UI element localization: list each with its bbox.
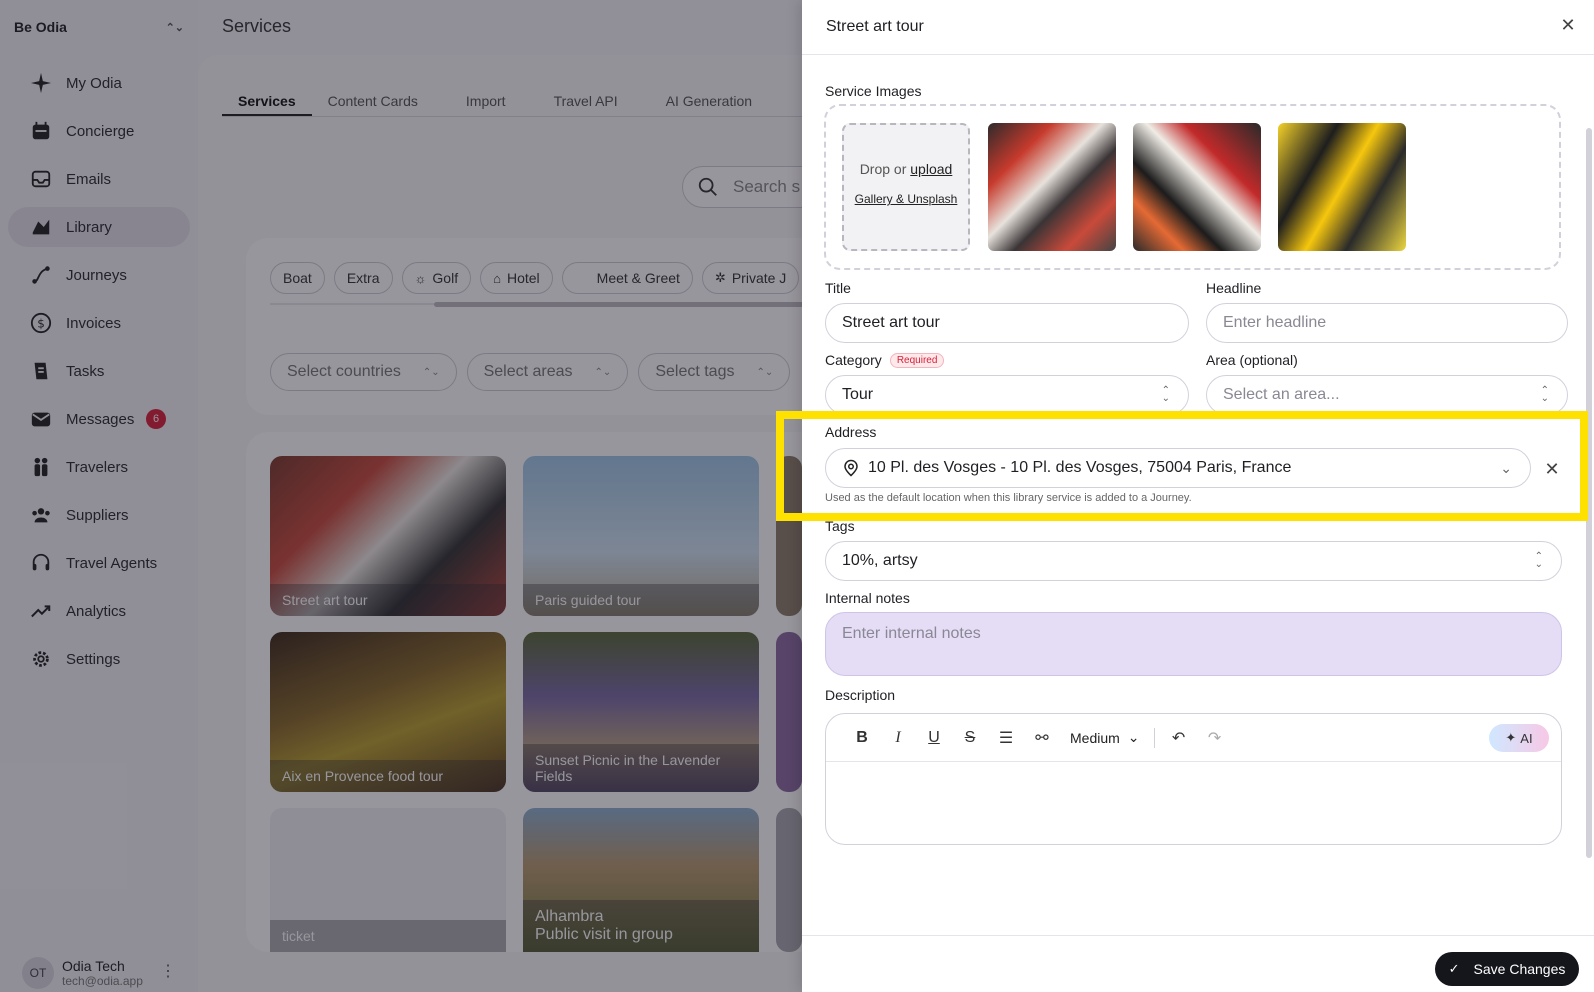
editor-toolbar: B I U S ☰ ⚯ Medium ⌄ ↶ ↷ <box>826 714 1561 762</box>
gallery-unsplash-link[interactable]: Gallery & Unsplash <box>844 191 968 207</box>
save-label: Save Changes <box>1473 961 1566 977</box>
category-value: Tour <box>842 386 874 403</box>
address-combobox[interactable]: 10 Pl. des Vosges - 10 Pl. des Vosges, 7… <box>825 448 1531 488</box>
upload-link[interactable]: upload <box>910 161 952 177</box>
tags-label: Tags <box>825 518 855 534</box>
address-value: 10 Pl. des Vosges - 10 Pl. des Vosges, 7… <box>868 459 1292 476</box>
service-images-label: Service Images <box>825 83 922 99</box>
undo-icon[interactable]: ↶ <box>1161 724 1197 752</box>
chevron-down-icon[interactable]: ⌄ <box>1500 461 1512 475</box>
internal-notes-textarea[interactable]: Enter internal notes <box>825 612 1562 676</box>
ai-assist-button[interactable]: ✦ AI <box>1489 724 1549 752</box>
chevron-updown-icon: ⌃⌄ <box>1540 385 1549 404</box>
required-badge: Required <box>889 353 945 368</box>
toolbar-divider <box>1153 727 1155 748</box>
clear-address-icon[interactable]: ✕ <box>1540 457 1564 481</box>
category-label: Category <box>825 352 882 368</box>
address-label: Address <box>825 424 877 440</box>
headline-input[interactable]: Enter headline <box>1206 303 1568 343</box>
italic-icon[interactable]: I <box>880 724 916 752</box>
title-label: Title <box>825 280 851 296</box>
sparkle-icon: ✦ <box>1505 730 1517 745</box>
area-select[interactable]: Select an area... ⌃ ⌄ <box>1206 375 1568 415</box>
ai-label: AI <box>1520 730 1533 746</box>
modal-backdrop[interactable] <box>0 0 802 992</box>
check-icon: ✓ <box>1448 961 1460 976</box>
bold-icon[interactable]: B <box>844 724 880 752</box>
save-changes-button[interactable]: ✓ Save Changes <box>1435 952 1579 986</box>
underline-icon[interactable]: U <box>916 724 952 752</box>
drawer-footer-divider <box>802 935 1594 936</box>
category-label-row: Category Required <box>825 352 945 368</box>
service-image[interactable] <box>988 123 1116 251</box>
chevron-updown-icon: ⌃⌄ <box>1161 385 1170 404</box>
category-select[interactable]: Tour ⌃ ⌄ <box>825 375 1189 415</box>
link-icon[interactable]: ⚯ <box>1024 724 1060 752</box>
internal-notes-label: Internal notes <box>825 590 910 606</box>
description-label: Description <box>825 687 896 703</box>
redo-icon[interactable]: ↷ <box>1197 724 1233 752</box>
close-icon[interactable]: ✕ <box>1556 13 1580 37</box>
tags-select[interactable]: 10%, artsy ⌃ ⌄ <box>825 541 1562 581</box>
description-editor[interactable]: B I U S ☰ ⚯ Medium ⌄ ↶ ↷ ✦ AI <box>825 713 1562 845</box>
title-input[interactable]: Street art tour <box>825 303 1189 343</box>
drawer-title: Street art tour <box>802 0 1594 55</box>
map-pin-icon <box>844 459 858 477</box>
bullet-list-icon[interactable]: ☰ <box>988 724 1024 752</box>
area-label: Area (optional) <box>1206 352 1298 368</box>
service-image[interactable] <box>1133 123 1261 251</box>
area-placeholder: Select an area... <box>1223 386 1340 403</box>
address-hint: Used as the default location when this l… <box>825 492 1192 504</box>
chevron-down-icon: ⌄ <box>1127 729 1140 745</box>
service-image[interactable] <box>1278 123 1406 251</box>
drop-text: Drop or <box>859 161 907 177</box>
strikethrough-icon[interactable]: S <box>952 724 988 752</box>
headline-label: Headline <box>1206 280 1262 296</box>
upload-dropzone[interactable]: Drop or upload Gallery & Unsplash <box>842 123 970 251</box>
tags-value: 10%, artsy <box>842 552 918 569</box>
chevron-updown-icon: ⌃⌄ <box>1534 551 1543 570</box>
text-size-select[interactable]: Medium ⌄ <box>1060 729 1148 746</box>
text-size-value: Medium <box>1070 729 1120 746</box>
